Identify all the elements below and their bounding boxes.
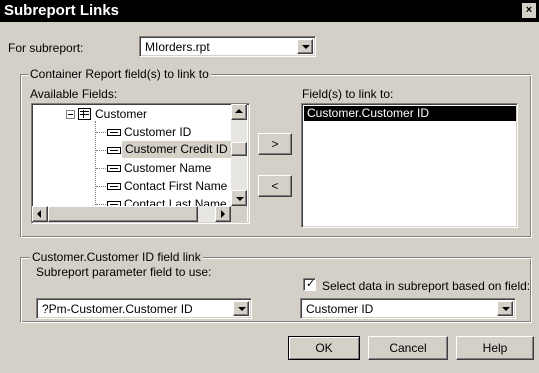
tree-parent-customer[interactable]: Customer — [95, 105, 147, 123]
parameter-field-combobox[interactable]: ?Pm-Customer.Customer ID — [36, 298, 252, 319]
tree-item-customer-credit-id[interactable]: Customer Credit ID — [122, 141, 231, 158]
tree-item-customer-name[interactable]: Customer Name — [124, 159, 211, 177]
available-fields-label: Available Fields: — [30, 87, 118, 101]
arrow-left-icon — [37, 210, 41, 218]
tree-vertical-scrollbar[interactable] — [231, 104, 247, 206]
subreport-links-dialog: Subreport Links × For subreport: MIorder… — [0, 0, 539, 373]
linked-fields-label: Field(s) to link to: — [302, 87, 394, 101]
scroll-down-button[interactable] — [231, 190, 247, 206]
arrow-right-icon — [221, 210, 225, 218]
field-link-group-legend: Customer.Customer ID field link — [30, 250, 203, 264]
arrow-up-icon — [235, 109, 243, 113]
subreport-combobox[interactable]: MIorders.rpt — [139, 36, 316, 57]
ok-button[interactable]: OK — [288, 336, 360, 360]
parameter-dropdown-button[interactable] — [233, 301, 249, 316]
linked-fields-list[interactable]: Customer.Customer ID — [301, 103, 518, 228]
parameter-field-value: ?Pm-Customer.Customer ID — [42, 302, 193, 316]
linked-field-item[interactable]: Customer.Customer ID — [304, 106, 516, 121]
field-icon — [107, 165, 121, 172]
scroll-up-button[interactable] — [231, 104, 247, 120]
tree-horizontal-scrollbar[interactable] — [32, 206, 231, 222]
field-icon — [107, 147, 121, 154]
close-icon: × — [525, 4, 533, 16]
hscroll-thumb[interactable] — [48, 206, 198, 222]
scroll-right-button[interactable] — [215, 206, 231, 222]
window-title: Subreport Links — [4, 2, 120, 19]
chevron-down-icon — [502, 307, 510, 311]
arrow-down-icon — [236, 197, 244, 201]
minus-icon — [68, 114, 73, 115]
scroll-left-button[interactable] — [32, 206, 48, 222]
tree-item-contact-last-name[interactable]: Contact Last Name — [124, 195, 227, 206]
field-icon — [107, 129, 121, 136]
check-icon: ✓ — [306, 278, 316, 290]
chevron-down-icon — [302, 45, 310, 49]
tree-item-customer-id[interactable]: Customer ID — [124, 123, 191, 141]
help-button[interactable]: Help — [456, 336, 534, 360]
select-data-label[interactable]: Select data in subreport based on field: — [322, 279, 530, 293]
subreport-dropdown-button[interactable] — [297, 39, 313, 54]
table-icon — [78, 108, 91, 120]
scroll-thumb[interactable] — [231, 142, 247, 156]
cancel-button[interactable]: Cancel — [368, 336, 448, 360]
subreport-label: For subreport: — [8, 41, 84, 55]
subreport-field-value: Customer ID — [306, 302, 374, 316]
subreport-field-combobox[interactable]: Customer ID — [300, 298, 516, 319]
select-data-checkbox[interactable]: ✓ — [303, 278, 316, 291]
field-dropdown-button[interactable] — [497, 301, 513, 316]
remove-link-button[interactable]: < — [258, 175, 292, 197]
collapse-toggle[interactable] — [66, 110, 75, 119]
container-group-legend: Container Report field(s) to link to — [28, 67, 211, 81]
field-icon — [107, 183, 121, 190]
chevron-down-icon — [238, 307, 246, 311]
close-button[interactable]: × — [522, 3, 536, 18]
subreport-value: MIorders.rpt — [145, 40, 210, 54]
parameter-field-label: Subreport parameter field to use: — [36, 265, 212, 279]
add-link-button[interactable]: > — [258, 133, 292, 155]
tree-item-contact-first-name[interactable]: Contact First Name — [124, 177, 227, 195]
available-fields-tree[interactable]: Customer Customer ID Customer Credit ID … — [31, 103, 250, 224]
title-bar[interactable]: Subreport Links × — [0, 0, 539, 22]
